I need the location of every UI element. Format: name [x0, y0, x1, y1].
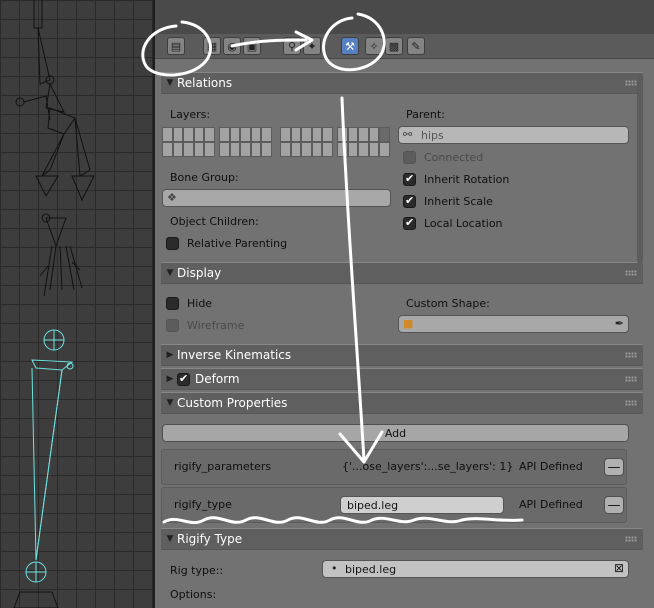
scene-icon[interactable]: ▦: [203, 37, 221, 55]
property-name: rigify_type: [174, 498, 232, 511]
properties-scrollbar[interactable]: [637, 74, 643, 264]
options-label: Options:: [170, 588, 217, 601]
property-api-label: API Defined: [519, 498, 583, 511]
deform-panel-header[interactable]: ▶ Deform: [161, 368, 643, 390]
texture-icon[interactable]: ✎: [407, 37, 425, 55]
add-property-button[interactable]: Add: [162, 424, 629, 442]
remove-property-button[interactable]: —: [604, 496, 624, 514]
wireframe-label: Wireframe: [187, 319, 245, 332]
bone-group-field[interactable]: ❖: [162, 189, 391, 207]
panel-title: Inverse Kinematics: [177, 348, 292, 362]
inherit-scale-label: Inherit Scale: [424, 195, 493, 208]
drag-grip-icon[interactable]: [625, 400, 637, 406]
collapse-arrow-icon: ▼: [166, 78, 174, 88]
bone-layers-grid-b[interactable]: [280, 127, 390, 157]
bone-layers-grid-a[interactable]: [162, 127, 272, 157]
drag-grip-icon[interactable]: [625, 352, 637, 358]
eyedropper-icon[interactable]: ✒: [615, 317, 624, 330]
property-row: rigify_parameters {'...ose_layers':...se…: [161, 449, 627, 485]
collapse-arrow-icon: ▼: [166, 268, 174, 278]
3d-viewport[interactable]: [0, 0, 153, 608]
rigify-type-panel-header[interactable]: ▼ Rigify Type: [161, 528, 643, 550]
property-value[interactable]: {'...ose_layers':...se_layers': 1}: [342, 460, 513, 473]
collapse-arrow-icon: ▼: [166, 398, 174, 408]
property-name: rigify_parameters: [174, 460, 272, 473]
object-children-label: Object Children:: [170, 215, 259, 228]
editor-header-strip: [155, 0, 654, 34]
parent-field[interactable]: ⚯ hips: [398, 126, 629, 144]
search-dot-icon: •: [331, 562, 338, 575]
material-icon[interactable]: ▩: [385, 37, 403, 55]
custom-properties-panel-header[interactable]: ▼ Custom Properties: [161, 392, 643, 414]
expand-arrow-icon: ▶: [166, 374, 174, 384]
rig-type-value: biped.leg: [345, 563, 397, 576]
local-location-checkbox[interactable]: [403, 216, 416, 230]
rig-type-label: Rig type::: [170, 564, 224, 577]
drag-grip-icon[interactable]: [625, 536, 637, 542]
properties-context-toolbar: ▤ ▦ ◉ ▣ ⚲ ✦ ⚒ ✧ ▩ ✎: [155, 34, 654, 59]
bone-constraint-icon[interactable]: ✧: [365, 37, 383, 55]
relative-parenting-label: Relative Parenting: [187, 237, 288, 250]
property-row: rigify_type biped.leg API Defined —: [161, 487, 627, 523]
render-icon[interactable]: ▤: [167, 37, 185, 55]
drag-grip-icon[interactable]: [625, 376, 637, 382]
panel-title: Display: [177, 266, 222, 280]
hide-label: Hide: [187, 297, 213, 310]
object-icon[interactable]: ▣: [243, 37, 261, 55]
drag-grip-icon[interactable]: [625, 270, 637, 276]
expand-arrow-icon: ▶: [166, 350, 174, 360]
inherit-scale-checkbox[interactable]: [403, 194, 416, 208]
display-panel-header[interactable]: ▼ Display: [161, 262, 643, 284]
property-api-label: API Defined: [519, 460, 583, 473]
inherit-rotation-checkbox[interactable]: [403, 172, 416, 186]
relative-parenting-checkbox[interactable]: [166, 237, 179, 250]
custom-shape-field[interactable]: ■ ✒: [398, 315, 629, 333]
local-location-label: Local Location: [424, 217, 503, 230]
wireframe-checkbox[interactable]: [166, 319, 179, 332]
group-icon: ❖: [167, 191, 177, 204]
panel-title: Relations: [177, 76, 233, 90]
world-icon[interactable]: ◉: [223, 37, 241, 55]
drag-grip-icon[interactable]: [625, 80, 637, 86]
mesh-cube-icon: ■: [403, 317, 414, 330]
panel-title: Rigify Type: [177, 532, 243, 546]
hide-checkbox[interactable]: [166, 297, 179, 310]
parent-value: hips: [421, 129, 444, 142]
panel-title: Custom Properties: [177, 396, 288, 410]
custom-shape-label: Custom Shape:: [406, 297, 490, 310]
property-value-field[interactable]: biped.leg: [340, 496, 504, 514]
collapse-arrow-icon: ▼: [166, 534, 174, 544]
layers-label: Layers:: [170, 108, 211, 121]
relations-panel-header[interactable]: ▼ Relations: [161, 72, 643, 94]
parent-label: Parent:: [406, 108, 445, 121]
bone-icon: ⚯: [403, 128, 413, 141]
constraint-icon[interactable]: ⚲: [283, 37, 301, 55]
panel-title: Deform: [195, 372, 240, 386]
deform-checkbox[interactable]: [177, 372, 190, 386]
inverse-kinematics-panel-header[interactable]: ▶ Inverse Kinematics: [161, 344, 643, 366]
armature-wireframe: [13, 0, 95, 608]
rig-type-field[interactable]: • biped.leg ⊠: [322, 560, 629, 578]
connected-label: Connected: [424, 151, 484, 164]
modifier-icon[interactable]: ✦: [303, 37, 321, 55]
connected-checkbox[interactable]: [403, 151, 416, 164]
clear-icon[interactable]: ⊠: [614, 561, 624, 575]
bone-icon[interactable]: ⚒: [341, 37, 359, 55]
bone-group-label: Bone Group:: [170, 171, 239, 184]
inherit-rotation-label: Inherit Rotation: [424, 173, 510, 186]
remove-property-button[interactable]: —: [604, 458, 624, 476]
properties-editor: ▤ ▦ ◉ ▣ ⚲ ✦ ⚒ ✧ ▩ ✎ ▼ Relations Layers: …: [155, 0, 654, 608]
